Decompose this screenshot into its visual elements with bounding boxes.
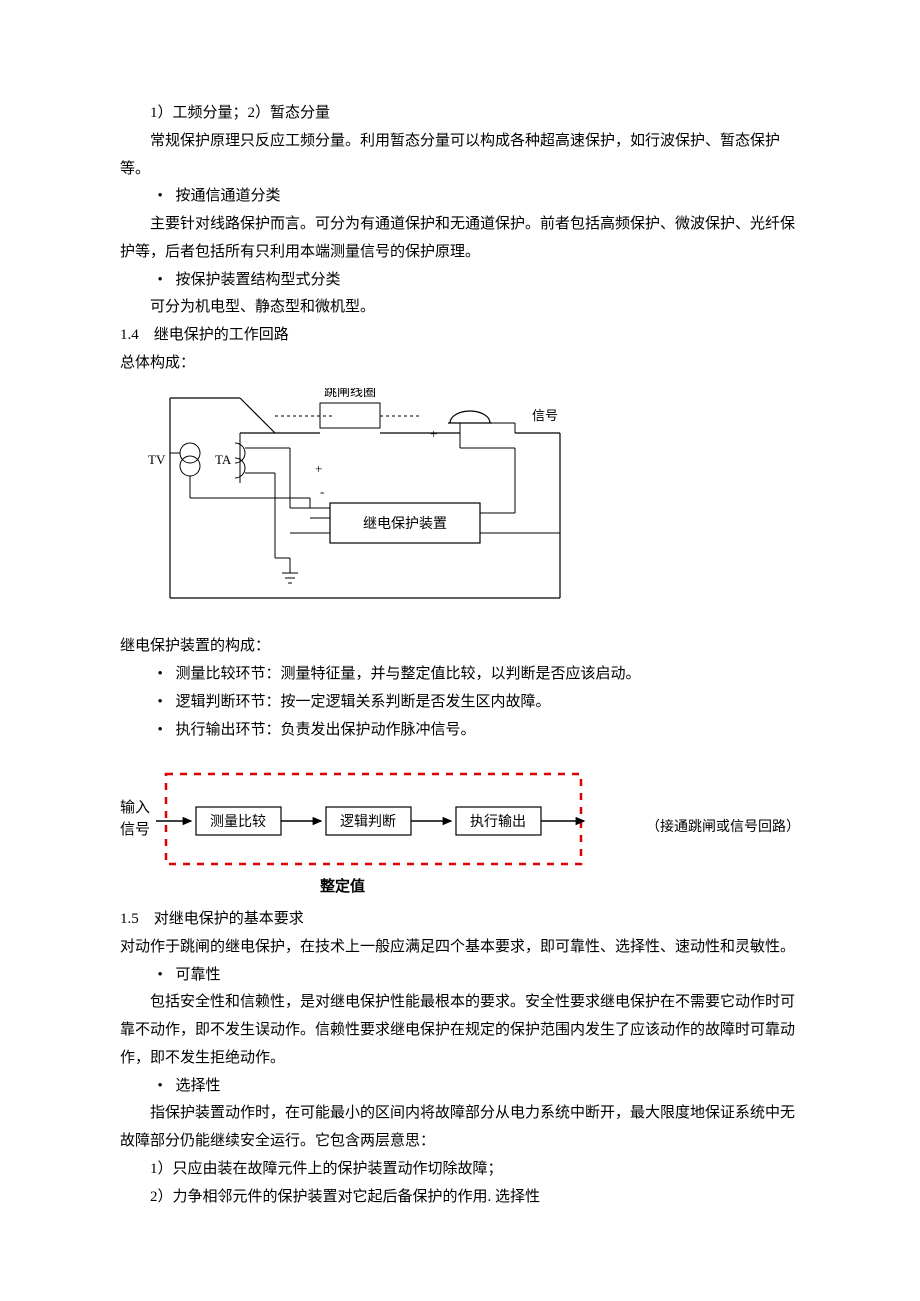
para-selectivity-1: 1）只应由装在故障元件上的保护装置动作切除故障； [120, 1156, 800, 1184]
bullet-logic-text: 逻辑判断环节：按一定逻辑关系判断是否发生区内故障。 [176, 694, 551, 710]
ta-label: TA [215, 452, 232, 467]
setting-value-label: 整定值 [120, 874, 800, 902]
bullet-exec-text: 执行输出环节：负责发出保护动作脉冲信号。 [176, 722, 476, 738]
input-line1: 输入 [120, 797, 150, 820]
section-1-5-title: 1.5 对继电保护的基本要求 [120, 906, 800, 934]
para-reliability-desc: 包括安全性和信赖性，是对继电保护性能最根本的要求。安全性要求继电保护在不需要它动… [120, 989, 800, 1072]
block-diagram: 测量比较 逻辑判断 执行输出 [156, 769, 586, 869]
bullet-exec: 执行输出环节：负责发出保护动作脉冲信号。 [120, 717, 800, 745]
block-diagram-wrap: 输入 信号 测量比较 逻辑判断 执行输出 （接通跳闸或信号回路） [120, 769, 800, 869]
coil-label: 跳闸线圈 [324, 388, 376, 399]
bullet-measure-text: 测量比较环节：测量特征量，并与整定值比较，以判断是否应该启动。 [176, 666, 641, 682]
diagram-note: （接通跳闸或信号回路） [586, 797, 800, 841]
bullet-structure-text: 按保护装置结构型式分类 [176, 272, 341, 288]
bullet-reliability: 可靠性 [120, 962, 800, 990]
box-exec: 执行输出 [470, 814, 526, 830]
para-requirements: 对动作于跳闸的继电保护，在技术上一般应满足四个基本要求，即可靠性、选择性、速动性… [120, 934, 800, 962]
para-components: 1）工频分量；2）暂态分量 [120, 100, 800, 128]
bullet-logic: 逻辑判断环节：按一定逻辑关系判断是否发生区内故障。 [120, 689, 800, 717]
para-device-composition: 继电保护装置的构成： [120, 633, 800, 661]
svg-text:+: + [430, 426, 437, 441]
svg-text:-: - [518, 424, 522, 439]
section-1-4-title: 1.4 继电保护的工作回路 [120, 322, 800, 350]
bullet-channel-text: 按通信通道分类 [176, 188, 281, 204]
bullet-measure: 测量比较环节：测量特征量，并与整定值比较，以判断是否应该启动。 [120, 661, 800, 689]
para-conventional: 常规保护原理只反应工频分量。利用暂态分量可以构成各种超高速保护，如行波保护、暂态… [120, 128, 800, 184]
svg-text:-: - [320, 484, 324, 499]
bullet-selectivity-text: 选择性 [176, 1078, 221, 1094]
bullet-reliability-text: 可靠性 [176, 967, 221, 983]
svg-text:+: + [315, 461, 322, 476]
input-line2: 信号 [120, 819, 150, 842]
para-channel-desc: 主要针对线路保护而言。可分为有通道保护和无通道保护。前者包括高频保护、微波保护、… [120, 211, 800, 267]
bullet-structure-classify: 按保护装置结构型式分类 [120, 267, 800, 295]
box-logic: 逻辑判断 [340, 814, 396, 830]
input-signal-label: 输入 信号 [120, 797, 156, 842]
para-selectivity-2: 2）力争相邻元件的保护装置对它起后备保护的作用. 选择性 [120, 1184, 800, 1212]
tv-label: TV [148, 452, 166, 467]
device-label: 继电保护装置 [363, 516, 447, 532]
para-selectivity-desc: 指保护装置动作时，在可能最小的区间内将故障部分从电力系统中断开，最大限度地保证系… [120, 1100, 800, 1156]
bullet-channel-classify: 按通信通道分类 [120, 183, 800, 211]
para-overall: 总体构成： [120, 350, 800, 378]
bullet-selectivity: 选择性 [120, 1073, 800, 1101]
box-measure: 测量比较 [210, 814, 266, 830]
para-structure-desc: 可分为机电型、静态型和微机型。 [120, 294, 800, 322]
circuit-diagram: 跳闸线圈 + 信号 - TV TA 继电保护装置 + - [120, 388, 570, 608]
signal-label: 信号 [532, 408, 558, 423]
